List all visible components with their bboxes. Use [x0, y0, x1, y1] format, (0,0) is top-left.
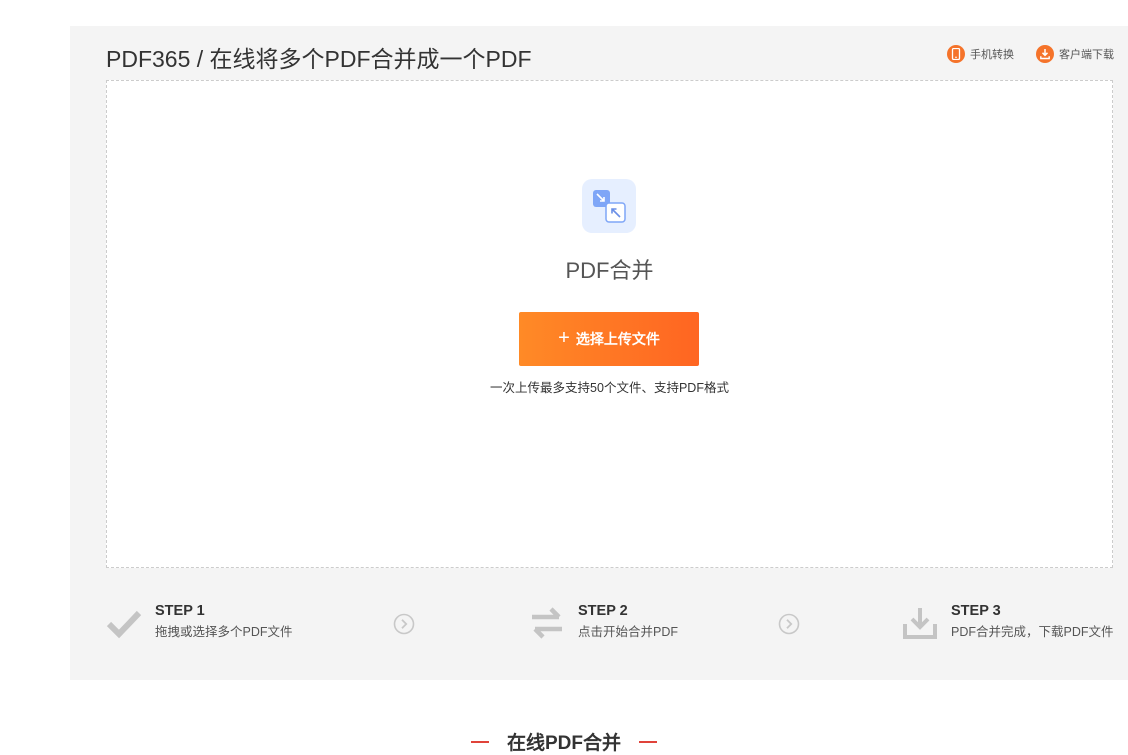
chevron-right-circle-icon — [778, 613, 800, 635]
heading-dash-left — [470, 740, 489, 743]
step-2-desc: 点击开始合并PDF — [578, 625, 679, 639]
step-2-label: STEP 2 — [578, 603, 628, 619]
step-3: STEP 3 PDF合并完成，下载PDF文件 — [902, 601, 1114, 641]
heading-dash-right — [639, 740, 657, 743]
file-dropzone[interactable]: PDF合并 + 选择上传文件 一次上传最多支持50个文件、支持PDF格式 — [106, 80, 1113, 568]
page-title: PDF365 / 在线将多个PDF合并成一个PDF — [106, 46, 532, 72]
main-panel: PDF365 / 在线将多个PDF合并成一个PDF 手机转换 客户端下载 PDF… — [70, 26, 1128, 680]
section-heading: 在线PDF合并 — [0, 728, 1128, 755]
plus-icon: + — [558, 327, 570, 349]
mobile-icon — [947, 45, 965, 63]
step-3-label: STEP 3 — [951, 603, 1001, 619]
step-3-desc: PDF合并完成，下载PDF文件 — [951, 625, 1114, 639]
section-title: 在线PDF合并 — [506, 733, 621, 754]
step-1-label: STEP 1 — [155, 603, 205, 619]
merge-icon — [582, 179, 636, 233]
chevron-right-circle-icon — [393, 613, 415, 635]
client-download-link[interactable]: 客户端下载 — [1036, 45, 1114, 63]
mobile-convert-label: 手机转换 — [970, 49, 1014, 61]
swap-arrows-icon — [532, 607, 562, 639]
client-download-label: 客户端下载 — [1059, 49, 1114, 61]
top-links: 手机转换 客户端下载 — [947, 45, 1114, 63]
download-tray-icon — [903, 608, 937, 639]
upload-button-label: 选择上传文件 — [575, 331, 660, 347]
upload-hint: 一次上传最多支持50个文件、支持PDF格式 — [490, 381, 729, 395]
check-icon — [106, 610, 142, 639]
tool-name: PDF合并 — [565, 258, 654, 283]
mobile-convert-link[interactable]: 手机转换 — [947, 45, 1014, 63]
steps-bar: STEP 1 拖拽或选择多个PDF文件 STEP 2 点击开始合并PDF STE… — [106, 601, 1116, 651]
step-1: STEP 1 拖拽或选择多个PDF文件 — [106, 601, 293, 641]
upload-file-button[interactable]: + 选择上传文件 — [519, 312, 699, 366]
step-1-desc: 拖拽或选择多个PDF文件 — [155, 625, 293, 639]
step-2: STEP 2 点击开始合并PDF — [529, 601, 678, 641]
download-icon — [1036, 45, 1054, 63]
